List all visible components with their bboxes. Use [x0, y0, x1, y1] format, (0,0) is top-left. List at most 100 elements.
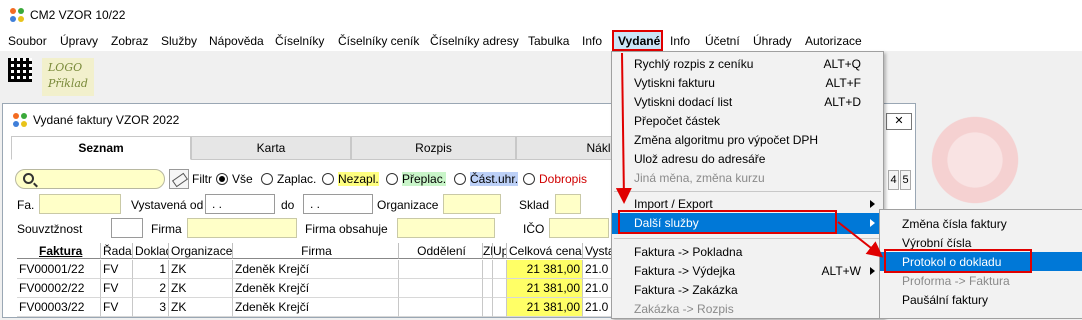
tab-seznam[interactable]: Seznam [11, 136, 191, 160]
cell-celkova-cena: 21 381,00 [507, 279, 583, 298]
menu-item-vytiskni-dodaci-list[interactable]: Vytiskni dodací list ALT+D [612, 92, 883, 113]
menu-zobraz[interactable]: Zobraz [111, 34, 148, 48]
col-zl[interactable]: Zl [483, 243, 493, 259]
cell-doklad: 2 [133, 279, 169, 298]
organizace-input[interactable] [443, 194, 501, 214]
menu-napoveda[interactable]: Nápověda [209, 34, 264, 48]
page-4-button[interactable]: 4 [888, 170, 899, 190]
search-input[interactable] [15, 169, 165, 189]
firma-obsahuje-input[interactable] [397, 218, 495, 238]
col-up[interactable]: Up [493, 243, 507, 259]
menu-ucetni[interactable]: Účetní [705, 34, 740, 48]
menu-item-faktura-zakazka[interactable]: Faktura -> Zakázka [612, 280, 883, 301]
sklad-input[interactable] [555, 194, 581, 214]
menu-item-uloz-adresu[interactable]: Ulož adresu do adresáře [612, 149, 883, 170]
menu-item-label: Vytiskni fakturu [634, 76, 715, 90]
menu-item-zmena-algoritmu-dph[interactable]: Změna algoritmu pro výpočet DPH [612, 130, 883, 151]
col-rada[interactable]: Řada [101, 243, 133, 259]
ico-label: IČO [523, 222, 545, 236]
cell-firma: Zdeněk Krejčí [233, 298, 399, 317]
menu-ciselniky[interactable]: Číselníky [275, 34, 324, 48]
menu-upravy[interactable]: Úpravy [60, 34, 98, 48]
menu-ciselniky-cenik[interactable]: Číselníky ceník [338, 34, 419, 48]
radio-vse[interactable] [216, 173, 228, 185]
app-title: CM2 VZOR 10/22 [30, 8, 126, 22]
menu-sluzby[interactable]: Služby [161, 34, 197, 48]
cell-celkova-cena: 21 381,00 [507, 298, 583, 317]
gear-decoration-icon [920, 105, 1030, 215]
menu-item-jina-mena: Jiná měna, změna kurzu [612, 168, 883, 189]
radio-nezapl[interactable] [322, 173, 334, 185]
menu-vydane-label: Vydané [618, 34, 661, 48]
menu-uhrady[interactable]: Úhrady [753, 34, 792, 48]
date-to-input[interactable]: . . [303, 194, 373, 214]
menu-tabulka[interactable]: Tabulka [528, 34, 569, 48]
menu-item-shortcut: ALT+D [824, 95, 861, 109]
radio-zaplac[interactable] [261, 173, 273, 185]
menu-item-label: Jiná měna, změna kurzu [634, 171, 765, 185]
col-firma[interactable]: Firma [233, 243, 399, 259]
menu-item-faktura-pokladna[interactable]: Faktura -> Pokladna [612, 242, 883, 263]
radio-cast-uhr[interactable] [454, 173, 466, 185]
col-oddeleni[interactable]: Oddělení [399, 243, 483, 259]
menu-autorizace[interactable]: Autorizace [805, 34, 862, 48]
cell-firma: Zdeněk Krejčí [233, 260, 399, 279]
fa-input[interactable] [39, 194, 121, 214]
submenu-item-pausalni-faktury[interactable]: Paušální faktury [880, 290, 1082, 309]
col-celkova-cena[interactable]: Celková cena [507, 243, 583, 259]
menu-ciselniky-adresy[interactable]: Číselníky adresy [430, 34, 519, 48]
menu-vydane[interactable]: Vydané [612, 30, 663, 51]
menu-item-label: Změna algoritmu pro výpočet DPH [634, 133, 819, 147]
cell-organizace: ZK [169, 279, 233, 298]
tab-karta[interactable]: Karta [191, 136, 351, 160]
close-button[interactable]: ✕ [886, 113, 912, 130]
col-faktura[interactable]: Faktura [17, 243, 101, 259]
firma-input[interactable] [187, 218, 297, 238]
fa-label: Fa. [17, 198, 35, 212]
radio-preplac[interactable] [386, 173, 398, 185]
submenu-arrow-icon [870, 200, 875, 208]
date-from-input[interactable]: . . [205, 194, 275, 214]
menu-item-rychly-rozpis[interactable]: Rychlý rozpis z ceníku ALT+Q [612, 54, 883, 75]
submenu-item-label: Paušální faktury [902, 293, 989, 307]
menu-info[interactable]: Info [582, 34, 602, 48]
radio-dobropis-label: Dobropis [539, 172, 588, 186]
page-5-button[interactable]: 5 [900, 170, 911, 190]
menu-separator [614, 191, 881, 192]
menu-item-label: Faktura -> Výdejka [634, 264, 736, 278]
menu-item-vytiskni-fakturu[interactable]: Vytiskni fakturu ALT+F [612, 73, 883, 94]
cell-celkova-cena: 21 381,00 [507, 260, 583, 279]
cell-organizace: ZK [169, 298, 233, 317]
logo-text: LOGO Příklad [48, 60, 88, 92]
qr-code-icon [8, 58, 32, 82]
menu-soubor[interactable]: Soubor [8, 34, 47, 48]
menu-item-shortcut: ALT+F [825, 76, 861, 90]
cell-zl [483, 260, 493, 279]
menu-item-label: Vytiskni dodací list [634, 95, 733, 109]
menu-item-prepocet-castek[interactable]: Přepočet částek [612, 111, 883, 132]
cell-zl [483, 298, 493, 317]
col-doklad[interactable]: Doklad [133, 243, 169, 259]
tab-rozpis[interactable]: Rozpis [351, 136, 516, 160]
clear-filter-button[interactable] [169, 169, 189, 189]
menu-item-faktura-vydejka[interactable]: Faktura -> Výdejka ALT+W [612, 261, 883, 282]
cell-rada: FV [101, 260, 133, 279]
col-organizace[interactable]: Organizace [169, 243, 233, 259]
souvztaznost-label: Souvztžnost [17, 222, 83, 236]
cell-doklad: 3 [133, 298, 169, 317]
submenu-item-zmena-cisla-faktury[interactable]: Změna čísla faktury [880, 214, 1082, 233]
souvztaznost-input[interactable] [111, 218, 143, 238]
cell-doklad: 1 [133, 260, 169, 279]
menu-info-2[interactable]: Info [670, 34, 690, 48]
cell-organizace: ZK [169, 260, 233, 279]
ico-input[interactable] [549, 218, 609, 238]
radio-dobropis[interactable] [523, 173, 535, 185]
cell-up [493, 260, 507, 279]
menu-item-label: Zakázka -> Rozpis [634, 302, 734, 316]
dalsi-sluzby-highlight-frame [618, 210, 837, 234]
submenu-item-proforma-faktura: Proforma -> Faktura [880, 271, 1082, 290]
cell-zl [483, 279, 493, 298]
cell-up [493, 298, 507, 317]
radio-vse-label: Vše [232, 172, 253, 186]
title-bar: CM2 VZOR 10/22 [0, 0, 1082, 30]
